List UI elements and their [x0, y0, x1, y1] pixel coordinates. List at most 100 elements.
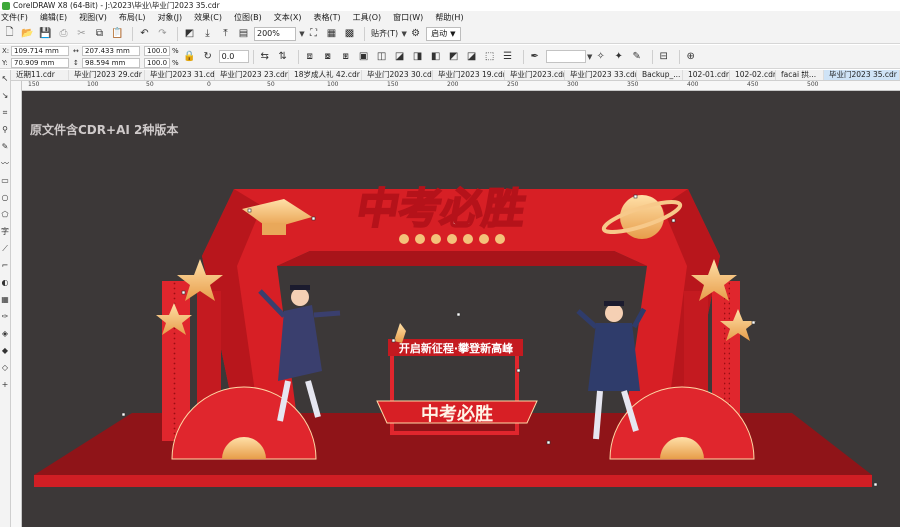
polygon-tool-icon[interactable]: ⬠ — [0, 206, 10, 223]
wrap-text-icon[interactable]: ⊟ — [657, 50, 671, 64]
doc-tab[interactable]: 毕业门2023 29.cdr — [69, 70, 145, 80]
doc-tab[interactable]: 毕业门2023 31.cdr — [145, 70, 215, 80]
import-icon[interactable]: ⤓ — [200, 26, 215, 41]
horizontal-ruler[interactable]: 150 100 50 0 50 100 150 200 250 300 350 … — [22, 81, 900, 91]
shape-tool-icon[interactable]: ↘ — [0, 87, 10, 104]
doc-tab[interactable]: 毕业门2023 33.cdr — [565, 70, 637, 80]
weld-icon[interactable]: ◫ — [375, 50, 389, 64]
mirror-vertical-icon[interactable]: ⇅ — [276, 50, 290, 64]
transparency-tool-icon[interactable]: ▦ — [0, 291, 10, 308]
stage-artwork[interactable]: 中考必胜 开启新征程·攀登新高峰 中考必胜 — [22, 91, 900, 527]
launch-button[interactable]: 启动 ▼ — [426, 26, 461, 41]
redo-icon[interactable]: ↷ — [155, 26, 170, 41]
show-rulers-icon[interactable]: ▦ — [324, 26, 339, 41]
pick-tool-icon[interactable]: ↖ — [0, 70, 10, 87]
menu-effects[interactable]: 效果(C) — [194, 12, 228, 23]
ellipse-tool-icon[interactable]: ○ — [0, 189, 10, 206]
lock-ratio-icon[interactable]: 🔒 — [183, 50, 197, 64]
doc-tab[interactable]: 近期11.cdr — [11, 70, 69, 80]
snap-to-button[interactable]: 贴齐(T) — [371, 28, 398, 39]
x-position-field[interactable]: 109.714 mm — [11, 45, 69, 56]
menu-text[interactable]: 文本(X) — [274, 12, 308, 23]
doc-tab[interactable]: 毕业门2023.cdr — [505, 70, 565, 80]
create-boundary-icon[interactable]: ⬚ — [483, 50, 497, 64]
smart-fill-tool-icon[interactable]: ◆ — [0, 342, 10, 359]
crop-tool-icon[interactable]: ⌗ — [0, 104, 10, 121]
left-stripe-pillar[interactable] — [172, 281, 178, 441]
interactive-fill-tool-icon[interactable]: ◈ — [0, 325, 10, 342]
menu-object[interactable]: 对象(J) — [158, 12, 189, 23]
menu-edit[interactable]: 编辑(E) — [40, 12, 73, 23]
full-screen-icon[interactable]: ⛶ — [306, 26, 321, 41]
doc-tab[interactable]: 毕业门2023 23.cdr — [215, 70, 289, 80]
menu-table[interactable]: 表格(T) — [313, 12, 346, 23]
menu-bitmap[interactable]: 位图(B) — [234, 12, 268, 23]
doc-tab[interactable]: 102-02.cdr — [730, 70, 776, 80]
menu-layout[interactable]: 布局(L) — [119, 12, 152, 23]
menu-file[interactable]: 文件(F) — [1, 12, 34, 23]
y-position-field[interactable]: 70.909 mm — [11, 57, 69, 68]
options-gear-icon[interactable]: ⚙ — [408, 26, 423, 41]
copy-icon[interactable]: ⧉ — [92, 26, 107, 41]
doc-tab[interactable]: Backup_... — [637, 70, 683, 80]
show-grid-icon[interactable]: ▩ — [342, 26, 357, 41]
scale-height-field[interactable]: 100.0 — [144, 57, 170, 68]
text-tool-icon[interactable]: 字 — [0, 223, 10, 240]
intersect-icon[interactable]: ◨ — [411, 50, 425, 64]
print-icon[interactable]: ⎙ — [56, 26, 71, 41]
ungroup-icon[interactable]: ⧇ — [321, 50, 335, 64]
combine-icon[interactable]: ▣ — [357, 50, 371, 64]
cut-icon[interactable]: ✂ — [74, 26, 89, 41]
connector-tool-icon[interactable]: ⌐ — [0, 257, 10, 274]
simplify-icon[interactable]: ◧ — [429, 50, 443, 64]
stage-floor-front[interactable] — [34, 475, 872, 487]
publish-pdf-icon[interactable]: ▤ — [236, 26, 251, 41]
paste-icon[interactable]: 📋 — [110, 26, 125, 41]
menu-window[interactable]: 窗口(W) — [393, 12, 429, 23]
zoom-level-field[interactable]: 200% — [254, 26, 296, 41]
outline-width-field[interactable] — [545, 50, 586, 63]
add-icon[interactable]: ⊕ — [684, 50, 698, 64]
snap-dropdown-icon[interactable]: ▼ — [400, 27, 408, 41]
slogan-text[interactable]: 开启新征程·攀登新高峰 — [399, 341, 514, 355]
doc-tab[interactable]: facai 拱... — [776, 70, 824, 80]
menu-help[interactable]: 帮助(H) — [435, 12, 469, 23]
rotate-icon[interactable]: ↻ — [201, 50, 215, 64]
zoom-tool-icon[interactable]: ⚲ — [0, 121, 10, 138]
color-eyedropper-icon[interactable]: ✎ — [630, 50, 644, 64]
undo-icon[interactable]: ↶ — [137, 26, 152, 41]
add-tool-icon[interactable]: + — [0, 376, 10, 393]
trim-icon[interactable]: ◪ — [393, 50, 407, 64]
drawing-canvas[interactable]: 原文件含CDR+AI 2种版本 中考必胜 开启新征程·攀登新高峰 中考必胜 — [22, 91, 900, 527]
quick-trace-icon[interactable]: ✧ — [594, 50, 608, 64]
width-field[interactable]: 207.433 mm — [82, 45, 140, 56]
rotation-angle-field[interactable]: 0.0 — [218, 50, 249, 63]
doc-tab[interactable]: 102-01.cdr — [683, 70, 730, 80]
doc-tab[interactable]: 18岁成人礼 42.cdr — [289, 70, 362, 80]
menu-tools[interactable]: 工具(O) — [353, 12, 388, 23]
search-content-icon[interactable]: ◩ — [182, 26, 197, 41]
outline-pen-icon[interactable]: ✒ — [528, 50, 542, 64]
group-icon[interactable]: ⧈ — [303, 50, 317, 64]
artistic-media-tool-icon[interactable]: 〰 — [0, 155, 10, 172]
vertical-ruler[interactable] — [11, 81, 22, 527]
outline-dropdown-icon[interactable]: ▼ — [586, 50, 594, 64]
banner-text[interactable]: 中考必胜 — [421, 403, 493, 425]
color-eyedropper-tool-icon[interactable]: ✑ — [0, 308, 10, 325]
open-icon[interactable]: 📂 — [20, 26, 35, 41]
new-document-icon[interactable]: 🗋 — [2, 26, 17, 41]
mirror-horizontal-icon[interactable]: ⇆ — [258, 50, 272, 64]
height-field[interactable]: 98.594 mm — [82, 57, 140, 68]
menu-view[interactable]: 视图(V) — [79, 12, 113, 23]
doc-tab-active[interactable]: 毕业门2023 35.cdr — [824, 70, 900, 80]
back-minus-front-icon[interactable]: ◪ — [465, 50, 479, 64]
doc-tab[interactable]: 毕业门2023 30.cdr — [362, 70, 433, 80]
outline-tool-icon[interactable]: ◇ — [0, 359, 10, 376]
drop-shadow-tool-icon[interactable]: ◐ — [0, 274, 10, 291]
zoom-dropdown-icon[interactable]: ▼ — [298, 27, 306, 41]
front-minus-back-icon[interactable]: ◩ — [447, 50, 461, 64]
scale-width-field[interactable]: 100.0 — [144, 45, 170, 56]
export-icon[interactable]: ⤒ — [218, 26, 233, 41]
save-icon[interactable]: 💾 — [38, 26, 53, 41]
freehand-tool-icon[interactable]: ✎ — [0, 138, 10, 155]
